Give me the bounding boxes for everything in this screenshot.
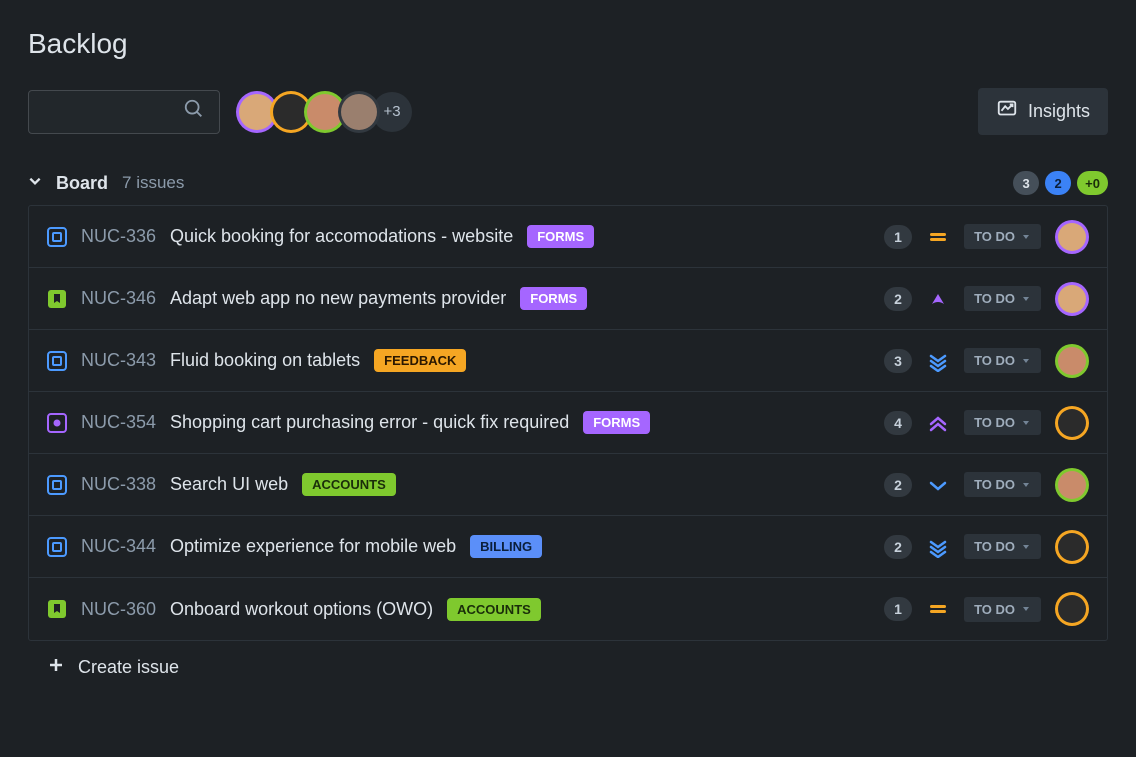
assignee-avatar[interactable] [1055,220,1089,254]
insights-label: Insights [1028,101,1090,122]
assignee-avatar[interactable] [1055,592,1089,626]
priority-lowest-icon[interactable] [926,535,950,559]
issue-title[interactable]: Shopping cart purchasing error - quick f… [170,412,569,433]
issue-row[interactable]: NUC-346 Adapt web app no new payments pro… [29,268,1107,330]
issue-row[interactable]: NUC-354 Shopping cart purchasing error - … [29,392,1107,454]
bookmark-icon [47,289,67,309]
issue-key[interactable]: NUC-343 [81,350,156,371]
avatar[interactable] [338,91,380,133]
priority-high-icon[interactable] [926,287,950,311]
priority-highest-icon[interactable] [926,411,950,435]
status-dropdown[interactable]: TO DO [964,286,1041,311]
search-icon [183,98,205,125]
epic-label[interactable]: FORMS [583,411,650,434]
priority-medium-icon[interactable] [926,225,950,249]
story-points[interactable]: 2 [884,287,912,311]
issue-list: NUC-336 Quick booking for accomodations -… [28,205,1108,641]
story-icon [47,475,67,495]
plus-icon [48,657,64,678]
status-dropdown[interactable]: TO DO [964,224,1041,249]
epic-label[interactable]: FORMS [520,287,587,310]
issue-row[interactable]: NUC-336 Quick booking for accomodations -… [29,206,1107,268]
status-dropdown[interactable]: TO DO [964,410,1041,435]
story-icon [47,351,67,371]
issue-title[interactable]: Onboard workout options (OWO) [170,599,433,620]
issue-key[interactable]: NUC-344 [81,536,156,557]
story-icon [47,537,67,557]
create-issue-button[interactable]: Create issue [28,641,1108,694]
issue-row[interactable]: NUC-338 Search UI web ACCOUNTS 2 TO DO [29,454,1107,516]
status-dropdown[interactable]: TO DO [964,472,1041,497]
story-points[interactable]: 1 [884,597,912,621]
bookmark-icon [47,599,67,619]
story-points[interactable]: 1 [884,225,912,249]
epic-label[interactable]: FORMS [527,225,594,248]
assignee-avatar[interactable] [1055,468,1089,502]
issue-title[interactable]: Quick booking for accomodations - websit… [170,226,513,247]
priority-medium-icon[interactable] [926,597,950,621]
issue-count: 7 issues [122,173,184,193]
issue-title[interactable]: Adapt web app no new payments provider [170,288,506,309]
story-points[interactable]: 3 [884,349,912,373]
avatar-stack[interactable]: +3 [236,91,412,133]
badge-inprogress[interactable]: 2 [1045,171,1071,195]
story-points[interactable]: 2 [884,535,912,559]
issue-row[interactable]: NUC-360 Onboard workout options (OWO) ACCO… [29,578,1107,640]
issue-key[interactable]: NUC-360 [81,599,156,620]
issue-key[interactable]: NUC-338 [81,474,156,495]
chart-icon [996,98,1018,125]
issue-key[interactable]: NUC-354 [81,412,156,433]
insights-button[interactable]: Insights [978,88,1108,135]
issue-row[interactable]: NUC-344 Optimize experience for mobile we… [29,516,1107,578]
assignee-avatar[interactable] [1055,530,1089,564]
assignee-avatar[interactable] [1055,344,1089,378]
issue-key[interactable]: NUC-346 [81,288,156,309]
status-dropdown[interactable]: TO DO [964,348,1041,373]
toolbar: +3 Insights [28,88,1108,135]
story-points[interactable]: 4 [884,411,912,435]
priority-low-icon[interactable] [926,473,950,497]
section-title: Board [56,173,108,194]
assignee-avatar[interactable] [1055,282,1089,316]
assignee-avatar[interactable] [1055,406,1089,440]
epic-label[interactable]: ACCOUNTS [447,598,541,621]
page-title: Backlog [28,28,1108,60]
search-input[interactable] [28,90,220,134]
status-dropdown[interactable]: TO DO [964,534,1041,559]
epic-label[interactable]: BILLING [470,535,542,558]
story-points[interactable]: 2 [884,473,912,497]
status-badges: 3 2 +0 [1013,171,1108,195]
create-issue-label: Create issue [78,657,179,678]
badge-done[interactable]: +0 [1077,171,1108,195]
section-header[interactable]: Board 7 issues 3 2 +0 [28,171,1108,195]
epic-label[interactable]: FEEDBACK [374,349,466,372]
issue-title[interactable]: Search UI web [170,474,288,495]
bug-icon [47,413,67,433]
priority-lowest-icon[interactable] [926,349,950,373]
issue-key[interactable]: NUC-336 [81,226,156,247]
status-dropdown[interactable]: TO DO [964,597,1041,622]
epic-label[interactable]: ACCOUNTS [302,473,396,496]
issue-row[interactable]: NUC-343 Fluid booking on tablets FEEDBACK 3… [29,330,1107,392]
story-icon [47,227,67,247]
issue-title[interactable]: Optimize experience for mobile web [170,536,456,557]
issue-title[interactable]: Fluid booking on tablets [170,350,360,371]
chevron-down-icon [28,174,42,193]
badge-todo[interactable]: 3 [1013,171,1039,195]
